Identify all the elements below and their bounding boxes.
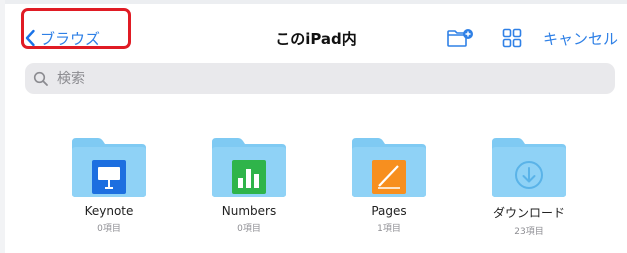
folder-icon xyxy=(72,138,146,197)
folder-name: Pages xyxy=(371,204,407,218)
folder-downloads[interactable]: ダウンロード 23項目 xyxy=(474,136,584,237)
page-title: このiPad内 xyxy=(275,30,357,48)
folder-item-count: 1項目 xyxy=(377,224,401,234)
folder-item-count: 0項目 xyxy=(237,224,261,234)
folder-icon xyxy=(352,138,426,197)
search-bar[interactable] xyxy=(25,63,615,94)
cancel-button[interactable]: キャンセル xyxy=(543,28,618,49)
folder-keynote[interactable]: Keynote 0項目 xyxy=(54,136,164,234)
folder-pages[interactable]: Pages 1項目 xyxy=(334,136,444,234)
folder-grid: Keynote 0項目 Numbers 0項目 Pages 1項目 ダウンロード… xyxy=(5,136,627,246)
keynote-icon xyxy=(92,160,126,194)
pages-icon xyxy=(372,160,406,194)
navigation-bar: ブラウズ このiPad内 キャンセル xyxy=(5,4,627,60)
numbers-icon xyxy=(232,160,266,194)
folder-item-count: 23項目 xyxy=(514,227,544,237)
search-input[interactable] xyxy=(55,69,599,88)
folder-item-count: 0項目 xyxy=(97,224,121,234)
grid-view-icon[interactable] xyxy=(502,28,522,48)
search-icon xyxy=(33,71,48,86)
folder-numbers[interactable]: Numbers 0項目 xyxy=(194,136,304,234)
folder-icon xyxy=(492,138,566,197)
folder-icon xyxy=(212,138,286,197)
folder-name: Numbers xyxy=(221,204,277,218)
file-browser-sheet: ブラウズ このiPad内 キャンセル 検索 Keynote 0項目 Number… xyxy=(5,4,627,253)
folder-name: Keynote xyxy=(84,204,134,218)
new-folder-icon[interactable] xyxy=(446,28,474,48)
folder-name: ダウンロード xyxy=(492,206,565,220)
